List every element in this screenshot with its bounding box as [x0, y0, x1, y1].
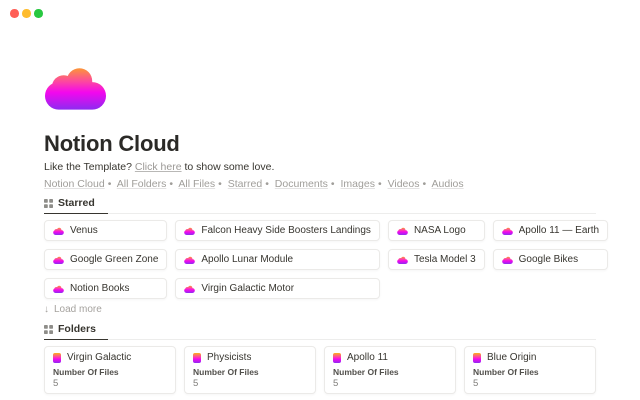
- property-value: 5: [53, 379, 167, 389]
- folder-card-title: Apollo 11: [347, 352, 388, 363]
- starred-tabs-bar: Starred: [44, 195, 596, 214]
- file-card-title: Notion Books: [70, 283, 129, 294]
- nav-separator: •: [265, 178, 269, 190]
- gallery-view-icon: [44, 199, 53, 208]
- folder-card-title: Physicists: [207, 352, 251, 363]
- page-cloud-icon[interactable]: [44, 64, 107, 110]
- page-link[interactable]: Notion Cloud: [44, 178, 105, 190]
- page-link[interactable]: Videos: [388, 178, 420, 190]
- cloud-file-icon: [502, 227, 513, 235]
- file-card-title: Google Bikes: [519, 254, 578, 265]
- cloud-file-icon: [184, 285, 195, 293]
- file-card-title: Falcon Heavy Side Boosters Landings: [201, 225, 371, 236]
- starred-gallery: Venus Falcon Heavy Side Boosters Landing…: [44, 220, 596, 299]
- folder-card-title: Blue Origin: [487, 352, 536, 363]
- load-more-label: Load more: [54, 304, 102, 316]
- file-card-title: NASA Logo: [414, 225, 466, 236]
- page-link[interactable]: All Folders: [117, 178, 167, 190]
- cloud-file-icon: [397, 227, 408, 235]
- file-card[interactable]: Notion Books: [44, 278, 167, 299]
- tab-starred[interactable]: Starred: [44, 195, 108, 214]
- file-card[interactable]: Google Green Zone: [44, 249, 167, 270]
- folder-icon: [473, 353, 481, 363]
- zoom-window-button[interactable]: [34, 9, 43, 18]
- folders-tabs-bar: Folders: [44, 321, 596, 340]
- cloud-file-icon: [53, 227, 64, 235]
- gallery-view-icon: [44, 325, 53, 334]
- file-card[interactable]: Apollo 11 — Earth: [493, 220, 608, 241]
- folder-icon: [53, 353, 61, 363]
- nav-separator: •: [218, 178, 222, 190]
- property-value: 5: [473, 379, 587, 389]
- folder-card[interactable]: Physicists Number Of Files 5: [184, 346, 316, 394]
- tab-label: Folders: [58, 323, 96, 335]
- property-label: Number Of Files: [193, 368, 307, 377]
- load-more-button[interactable]: ↓ Load more: [44, 304, 102, 316]
- nav-separator: •: [108, 178, 112, 190]
- property-label: Number Of Files: [473, 368, 587, 377]
- nav-separator: •: [378, 178, 382, 190]
- notion-page: Notion Cloud Like the Template? Click he…: [0, 0, 640, 400]
- window-controls: [10, 9, 43, 18]
- property-label: Number Of Files: [333, 368, 447, 377]
- tab-label: Starred: [58, 197, 95, 209]
- page-link[interactable]: All Files: [178, 178, 215, 190]
- minimize-window-button[interactable]: [22, 9, 31, 18]
- property-label: Number Of Files: [53, 368, 167, 377]
- file-card-title: Apollo Lunar Module: [201, 254, 293, 265]
- property-value: 5: [333, 379, 447, 389]
- nav-separator: •: [169, 178, 173, 190]
- folder-card[interactable]: Blue Origin Number Of Files 5: [464, 346, 596, 394]
- subtitle-prefix: Like the Template?: [44, 161, 135, 173]
- cloud-file-icon: [53, 285, 64, 293]
- close-window-button[interactable]: [10, 9, 19, 18]
- page-title: Notion Cloud: [44, 132, 596, 155]
- cloud-file-icon: [397, 256, 408, 264]
- file-card[interactable]: Virgin Galactic Motor: [175, 278, 380, 299]
- file-card-title: Venus: [70, 225, 98, 236]
- file-card[interactable]: Falcon Heavy Side Boosters Landings: [175, 220, 380, 241]
- folder-card[interactable]: Virgin Galactic Number Of Files 5: [44, 346, 176, 394]
- folder-card-title: Virgin Galactic: [67, 352, 131, 363]
- nav-separator: •: [422, 178, 426, 190]
- property-value: 5: [193, 379, 307, 389]
- subtitle-suffix: to show some love.: [182, 161, 275, 173]
- page-links-row: Notion Cloud• All Folders• All Files• St…: [44, 178, 596, 191]
- click-here-link[interactable]: Click here: [135, 161, 182, 173]
- folder-icon: [193, 353, 201, 363]
- file-card-title: Google Green Zone: [70, 254, 158, 265]
- file-card-title: Virgin Galactic Motor: [201, 283, 294, 294]
- file-card[interactable]: Tesla Model 3: [388, 249, 485, 270]
- page-link[interactable]: Audios: [432, 178, 464, 190]
- subtitle: Like the Template? Click here to show so…: [44, 161, 596, 174]
- cloud-file-icon: [53, 256, 64, 264]
- arrow-down-icon: ↓: [44, 304, 49, 316]
- page-link[interactable]: Images: [341, 178, 375, 190]
- file-card[interactable]: Google Bikes: [493, 249, 608, 270]
- file-card[interactable]: Apollo Lunar Module: [175, 249, 380, 270]
- file-card[interactable]: NASA Logo: [388, 220, 485, 241]
- file-card-title: Apollo 11 — Earth: [519, 225, 599, 236]
- folder-icon: [333, 353, 341, 363]
- file-card-title: Tesla Model 3: [414, 254, 476, 265]
- cloud-file-icon: [184, 256, 195, 264]
- tab-folders[interactable]: Folders: [44, 321, 108, 340]
- page-link[interactable]: Documents: [275, 178, 328, 190]
- file-card[interactable]: Venus: [44, 220, 167, 241]
- folder-card[interactable]: Apollo 11 Number Of Files 5: [324, 346, 456, 394]
- nav-separator: •: [331, 178, 335, 190]
- page-link[interactable]: Starred: [228, 178, 262, 190]
- cloud-file-icon: [184, 227, 195, 235]
- folders-gallery: Virgin Galactic Number Of Files 5 Physic…: [44, 346, 596, 400]
- cloud-file-icon: [502, 256, 513, 264]
